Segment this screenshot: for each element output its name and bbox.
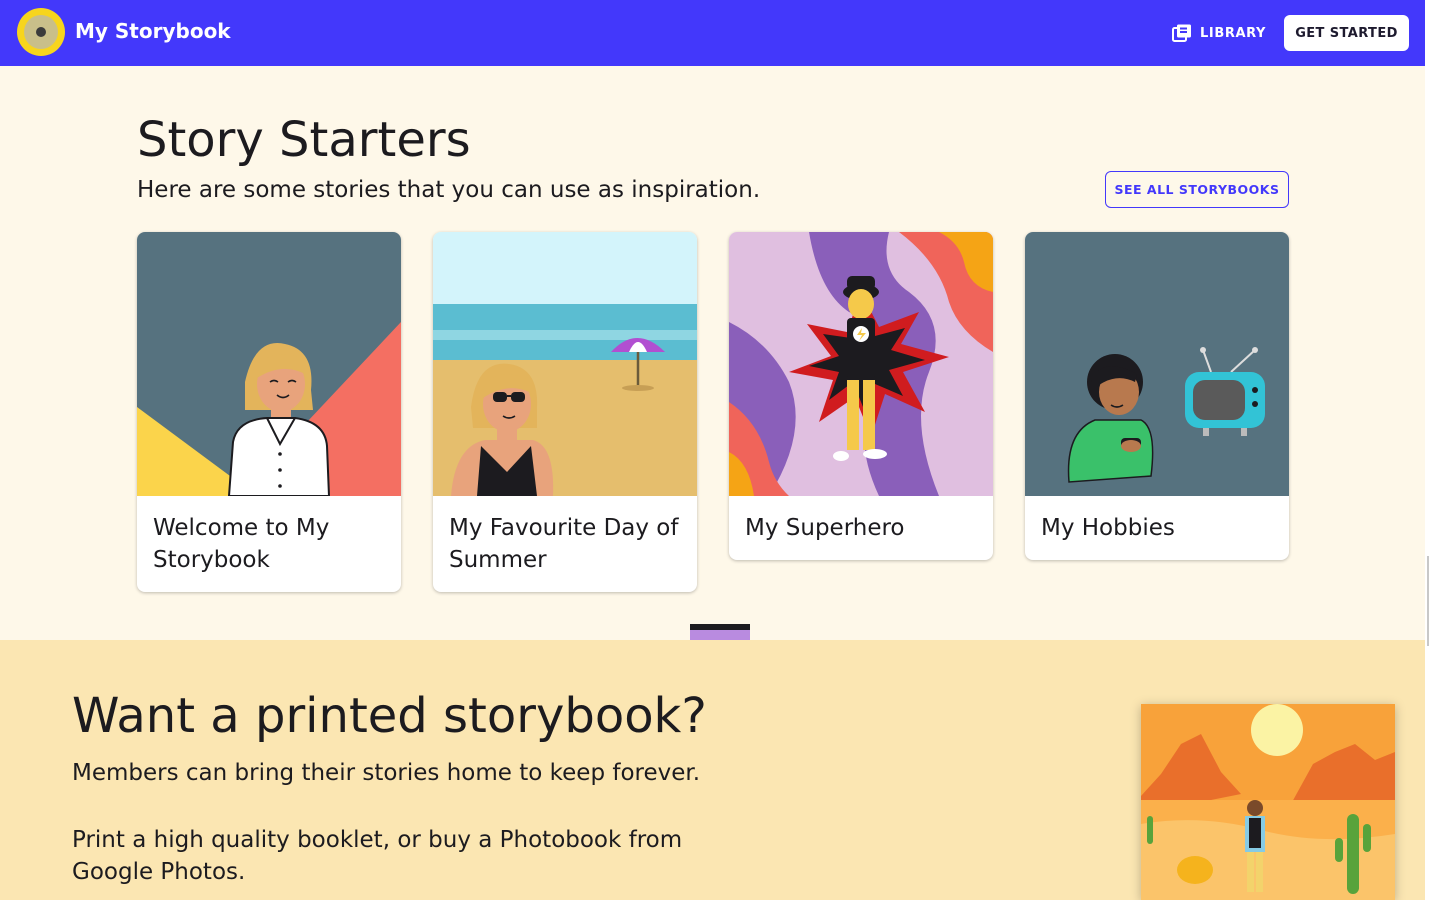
print-section-paragraph: Print a high quality booklet, or buy a P… bbox=[72, 827, 683, 885]
story-card-title: My Favourite Day of Summer bbox=[449, 515, 679, 573]
desert-traveler-illustration bbox=[1141, 704, 1395, 900]
top-app-bar: My Storybook LIBRARY GET STARTED bbox=[0, 0, 1425, 66]
scrollbar-track[interactable] bbox=[1425, 0, 1430, 900]
scrollbar-thumb[interactable] bbox=[1427, 556, 1429, 646]
camera-lens-icon[interactable] bbox=[17, 8, 65, 56]
woman-beach-sunglasses-illustration bbox=[433, 232, 697, 496]
library-label: LIBRARY bbox=[1200, 25, 1267, 41]
app-title[interactable]: My Storybook bbox=[75, 19, 231, 43]
print-section-title: Want a printed storybook? bbox=[72, 688, 707, 744]
section-subtitle: Here are some stories that you can use a… bbox=[137, 177, 761, 203]
boy-gamer-tv-illustration bbox=[1025, 232, 1289, 496]
section-title: Story Starters bbox=[137, 112, 471, 168]
story-card-title: Welcome to My Storybook bbox=[153, 515, 330, 573]
woman-white-shirt-illustration bbox=[137, 232, 401, 496]
story-card-welcome[interactable]: Welcome to My Storybook bbox=[137, 232, 401, 592]
character-peek-illustration bbox=[690, 624, 750, 640]
story-card-title: My Superhero bbox=[745, 515, 905, 541]
print-section-paragraph: Members can bring their stories home to … bbox=[72, 760, 701, 786]
see-all-storybooks-button[interactable]: SEE ALL STORYBOOKS bbox=[1105, 171, 1289, 208]
story-card-superhero[interactable]: My Superhero bbox=[729, 232, 993, 560]
get-started-button[interactable]: GET STARTED bbox=[1284, 15, 1409, 51]
story-card-summer[interactable]: My Favourite Day of Summer bbox=[433, 232, 697, 592]
superhero-illustration bbox=[729, 232, 993, 496]
library-link[interactable]: LIBRARY bbox=[1172, 22, 1266, 44]
story-card-title: My Hobbies bbox=[1041, 515, 1175, 541]
library-books-icon bbox=[1172, 24, 1191, 42]
story-card-hobbies[interactable]: My Hobbies bbox=[1025, 232, 1289, 560]
